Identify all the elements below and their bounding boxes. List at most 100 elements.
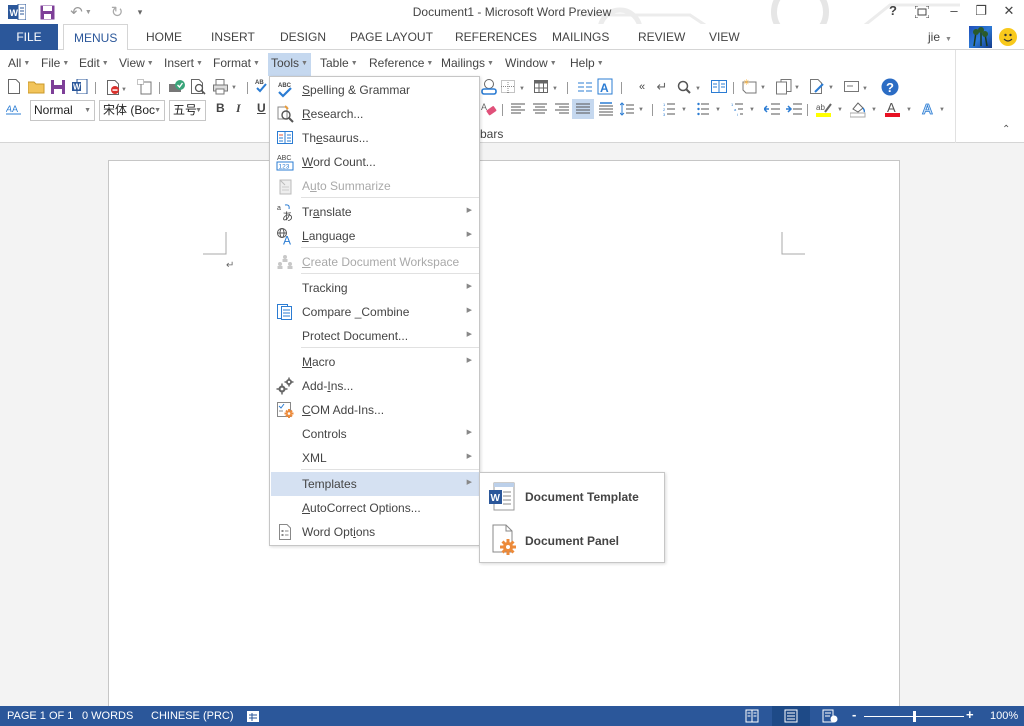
feedback-smiley-icon[interactable] bbox=[999, 28, 1017, 46]
tab-home[interactable]: HOME bbox=[136, 24, 192, 50]
italic-button[interactable]: I bbox=[236, 101, 241, 116]
decrease-indent-icon[interactable] bbox=[762, 100, 781, 118]
tab-file[interactable]: FILE bbox=[0, 24, 58, 50]
menu-item-create-document-workspace[interactable]: Create Document Workspace bbox=[271, 250, 480, 274]
menu-item-xml[interactable]: XML ▶ bbox=[271, 446, 480, 470]
menu-file[interactable]: File ▼ bbox=[38, 53, 72, 74]
tab-menus[interactable]: MENUS bbox=[63, 24, 129, 51]
menu-reference[interactable]: Reference ▼ bbox=[366, 53, 436, 74]
menu-insert[interactable]: Insert ▼ bbox=[161, 53, 206, 74]
close-button[interactable]: ✕ bbox=[996, 3, 1022, 21]
tab-mailings[interactable]: MAILINGS bbox=[542, 24, 619, 50]
menu-item-compare-combine[interactable]: Compare _Combine ▶ bbox=[271, 300, 480, 324]
print-icon[interactable]: ▼ bbox=[212, 78, 240, 96]
columns-icon[interactable] bbox=[576, 78, 594, 96]
menu-all[interactable]: All ▼ bbox=[5, 53, 33, 74]
word-count[interactable]: 0 WORDS bbox=[82, 710, 133, 722]
help-button[interactable]: ? bbox=[880, 3, 906, 21]
print-preview-icon[interactable] bbox=[190, 78, 208, 96]
read-mode-icon[interactable] bbox=[745, 709, 759, 726]
distributed-icon[interactable] bbox=[597, 100, 615, 118]
tab-insert[interactable]: INSERT bbox=[201, 24, 265, 50]
menu-view[interactable]: View ▼ bbox=[116, 53, 157, 74]
justify-icon[interactable] bbox=[572, 99, 594, 119]
zoom-level[interactable]: 100% bbox=[990, 710, 1018, 722]
minimize-button[interactable]: – bbox=[941, 3, 967, 21]
menu-item-spelling-grammar[interactable]: ABC Spelling & Grammar bbox=[271, 78, 480, 102]
menu-item-tracking[interactable]: Tracking ▶ bbox=[271, 276, 480, 300]
close-document-icon[interactable]: ▼ bbox=[104, 78, 130, 96]
style-select[interactable]: Normal ▼ bbox=[30, 100, 95, 121]
zoom-out-button[interactable]: - bbox=[852, 708, 856, 721]
ribbon-display-options-button[interactable] bbox=[909, 3, 935, 21]
collapse-ribbon-icon[interactable]: ⌃ bbox=[1002, 124, 1010, 135]
menu-item-autocorrect-options[interactable]: AutoCorrect Options... bbox=[271, 496, 480, 520]
menu-item-auto-summarize[interactable]: Auto Summarize bbox=[271, 174, 480, 198]
zoom-in-button[interactable]: + bbox=[966, 708, 974, 721]
menu-item-controls[interactable]: Controls ▶ bbox=[271, 422, 480, 446]
menu-item-thesaurus[interactable]: Thesaurus... bbox=[271, 126, 480, 150]
shading-icon[interactable]: ▼ bbox=[849, 100, 879, 118]
tab-page-layout[interactable]: PAGE LAYOUT bbox=[340, 24, 443, 50]
tab-references[interactable]: REFERENCES bbox=[445, 24, 547, 50]
menu-item-macro[interactable]: Macro ▶ bbox=[271, 350, 480, 374]
menu-format[interactable]: Format ▼ bbox=[210, 53, 263, 74]
align-center-icon[interactable] bbox=[531, 100, 549, 118]
tab-view[interactable]: VIEW bbox=[699, 24, 750, 50]
align-left-icon[interactable] bbox=[509, 100, 527, 118]
menu-item-add-ins[interactable]: Add-Ins... bbox=[271, 374, 480, 398]
new-document-icon[interactable] bbox=[5, 78, 23, 96]
drawing-canvas-icon[interactable]: A bbox=[597, 78, 615, 96]
insert-table-icon[interactable]: ▼ bbox=[533, 78, 561, 96]
zoom-slider-thumb[interactable] bbox=[912, 711, 916, 722]
menu-table[interactable]: Table ▼ bbox=[317, 53, 361, 74]
submenu-item-document-template[interactable]: W Document Template bbox=[481, 474, 665, 518]
font-size-select[interactable]: 五号 ▼ bbox=[169, 100, 206, 121]
show-hide-marks-icon[interactable]: « bbox=[633, 78, 651, 96]
font-select[interactable]: 宋体 (Boc ▼ bbox=[99, 100, 165, 121]
page-count[interactable]: PAGE 1 OF 1 bbox=[7, 710, 73, 722]
macro-recording-icon[interactable] bbox=[246, 709, 260, 726]
bold-button[interactable]: B bbox=[216, 101, 225, 115]
reading-mode-icon[interactable] bbox=[710, 78, 728, 96]
restore-button[interactable]: ❐ bbox=[968, 3, 994, 21]
bullets-icon[interactable]: ▼ bbox=[696, 100, 724, 118]
menu-item-translate[interactable]: a あ Translate ▶ bbox=[271, 200, 480, 224]
spelling-icon[interactable]: AB bbox=[255, 78, 267, 96]
text-effects-icon[interactable]: A ▼ bbox=[920, 100, 948, 119]
numbering-icon[interactable]: 1 2 3 ▼ bbox=[662, 100, 690, 118]
user-account-menu[interactable]: jie ▼ bbox=[928, 24, 952, 50]
highlight-color-icon[interactable]: ab ▼ bbox=[815, 100, 845, 118]
multiple-pages-icon[interactable]: ▼ bbox=[775, 78, 803, 96]
help-icon[interactable]: ? bbox=[881, 78, 899, 96]
menu-item-com-add-ins[interactable]: COM Add-Ins... bbox=[271, 398, 480, 422]
clear-formatting-icon[interactable]: A bbox=[480, 100, 498, 118]
envelope-icon[interactable]: ▼ bbox=[843, 78, 871, 96]
menu-item-protect-document[interactable]: Protect Document... ▶ bbox=[271, 324, 480, 348]
menu-edit[interactable]: Edit ▼ bbox=[76, 53, 112, 74]
tab-review[interactable]: REVIEW bbox=[628, 24, 695, 50]
track-changes-icon[interactable]: ▼ bbox=[809, 78, 837, 96]
font-color-icon[interactable]: A ▼ bbox=[884, 100, 914, 118]
menu-window[interactable]: Window ▼ bbox=[502, 53, 560, 74]
new-comment-icon[interactable]: ✳ ▼ bbox=[741, 78, 769, 96]
web-layout-icon[interactable] bbox=[822, 709, 838, 726]
zoom-slider[interactable] bbox=[864, 711, 964, 722]
styles-icon[interactable]: AA bbox=[5, 100, 23, 118]
save-icon[interactable] bbox=[49, 78, 67, 96]
line-spacing-icon[interactable]: ▼ bbox=[619, 100, 647, 118]
align-right-icon[interactable] bbox=[553, 100, 571, 118]
submenu-item-document-panel[interactable]: Document Panel bbox=[481, 518, 665, 562]
paragraph-return-icon[interactable]: ↵ bbox=[653, 78, 671, 96]
check-document-icon[interactable] bbox=[168, 78, 186, 96]
menu-mailings[interactable]: Mailings ▼ bbox=[438, 53, 497, 74]
print-layout-button[interactable] bbox=[772, 706, 810, 726]
save-as-word-icon[interactable]: W bbox=[71, 78, 89, 96]
hyperlink-icon[interactable] bbox=[480, 78, 498, 96]
increase-indent-icon[interactable] bbox=[785, 100, 803, 118]
menu-item-word-count[interactable]: ABC 123 Word Count... bbox=[271, 150, 480, 174]
user-avatar[interactable] bbox=[969, 26, 992, 48]
menu-item-research[interactable]: Research... bbox=[271, 102, 480, 126]
menu-item-templates[interactable]: Templates ▶ bbox=[271, 472, 480, 496]
tab-design[interactable]: DESIGN bbox=[270, 24, 336, 50]
